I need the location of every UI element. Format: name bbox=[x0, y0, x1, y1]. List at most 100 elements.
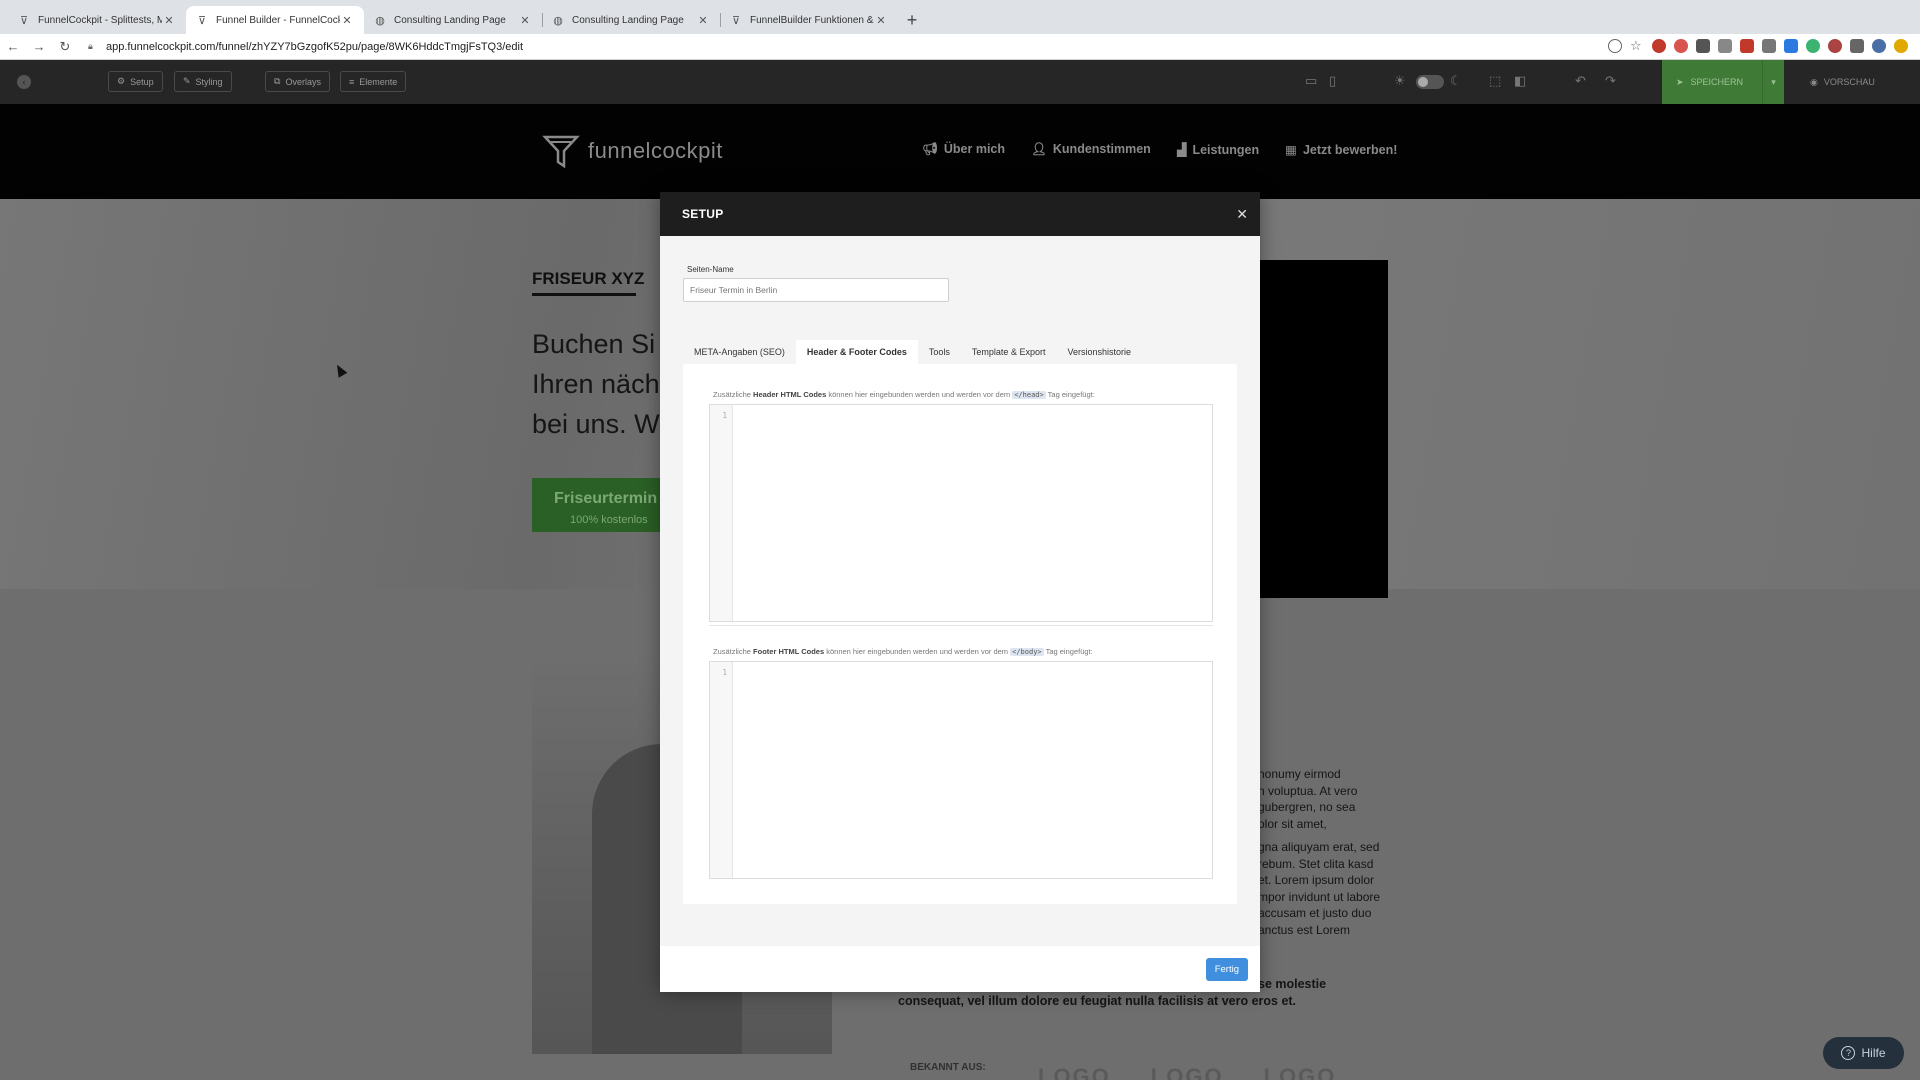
extension-icon[interactable] bbox=[1718, 39, 1732, 53]
redo-icon[interactable]: ↷ bbox=[1605, 73, 1616, 89]
preview-button[interactable]: ◉ VORSCHAU bbox=[1796, 60, 1890, 104]
builder-toolbar: ‹ ⚙ Setup ✎ Styling ⧉ Overlays ≡ Element… bbox=[0, 60, 1920, 104]
extension-icon[interactable] bbox=[1652, 39, 1666, 53]
mobile-view-icon[interactable]: ▯ bbox=[1329, 73, 1336, 89]
site-nav: 📢︎ Über mich 👤︎ Kundenstimmen ▟ Leistungen … bbox=[922, 142, 1397, 157]
url-field[interactable]: app.funnelcockpit.com/funnel/zhYZY7bGzgo… bbox=[106, 41, 523, 53]
header-codes-hint: Zusätzliche Header HTML Codes können hie… bbox=[713, 390, 1095, 399]
funnel-icon: ⊽ bbox=[731, 14, 741, 27]
moon-icon: ☾ bbox=[1450, 73, 1462, 88]
close-tab-icon[interactable]: ✕ bbox=[340, 14, 354, 27]
browser-tab[interactable]: ⊽ FunnelCockpit - Splittests, Ma ✕ bbox=[8, 6, 186, 34]
tab-meta-seo[interactable]: META-Angaben (SEO) bbox=[683, 340, 796, 364]
browser-tab[interactable]: ◍ Consulting Landing Page ✕ bbox=[542, 6, 720, 34]
user-icon: 👤︎ bbox=[1031, 142, 1047, 156]
setup-tabs: META-Angaben (SEO) Header & Footer Codes… bbox=[683, 340, 1142, 364]
tab-header-footer-codes[interactable]: Header & Footer Codes bbox=[795, 340, 918, 364]
footer-code-editor[interactable]: 1 bbox=[709, 661, 1213, 879]
browser-tab-active[interactable]: ⊽ Funnel Builder - FunnelCockpit ✕ bbox=[186, 6, 364, 34]
line-gutter: 1 bbox=[710, 662, 733, 878]
browser-tab[interactable]: ◍ Consulting Landing Page ✕ bbox=[364, 6, 542, 34]
extension-icon[interactable] bbox=[1784, 39, 1798, 53]
known-from-label: BEKANNT AUS: bbox=[910, 1062, 986, 1073]
back-arrow-icon[interactable]: ‹ bbox=[17, 75, 31, 89]
profile-avatar-icon[interactable] bbox=[1872, 39, 1886, 53]
placeholder-logo: LOGO bbox=[1038, 1064, 1111, 1080]
forward-icon[interactable]: → bbox=[26, 39, 52, 54]
select-area-icon[interactable]: ⬚ bbox=[1489, 73, 1501, 89]
page-name-input[interactable] bbox=[683, 278, 949, 302]
question-icon: ? bbox=[1841, 1046, 1856, 1060]
hero-video[interactable] bbox=[1240, 260, 1388, 598]
nav-item-testimonials[interactable]: 👤︎ Kundenstimmen bbox=[1031, 142, 1151, 157]
bookmark-star-icon[interactable]: ☆ bbox=[1630, 39, 1644, 53]
browser-tab-bar: ⊽ FunnelCockpit - Splittests, Ma ✕ ⊽ Fun… bbox=[0, 0, 1920, 34]
brush-icon: ✎ bbox=[183, 76, 191, 86]
line-gutter: 1 bbox=[710, 405, 733, 621]
extension-icon[interactable] bbox=[1696, 39, 1710, 53]
close-tab-icon[interactable]: ✕ bbox=[874, 14, 888, 27]
close-icon[interactable]: ✕ bbox=[1236, 206, 1248, 223]
sun-icon: ☀ bbox=[1394, 73, 1406, 88]
done-button[interactable]: Fertig bbox=[1205, 958, 1248, 981]
megaphone-icon: 📢︎ bbox=[922, 142, 938, 156]
nav-item-about[interactable]: 📢︎ Über mich bbox=[922, 142, 1005, 157]
save-options-dropdown[interactable]: ▾ bbox=[1762, 60, 1784, 104]
divider bbox=[709, 625, 1213, 626]
calendar-icon: ▦ bbox=[1285, 143, 1297, 157]
funnel-logo-icon bbox=[542, 135, 580, 169]
theme-toggle[interactable] bbox=[1416, 75, 1444, 89]
back-icon[interactable]: ← bbox=[0, 39, 26, 54]
hero-heading: Buchen Si Ihren näch bei uns. W bbox=[532, 329, 660, 439]
gear-icon: ⚙ bbox=[117, 76, 126, 86]
header-footer-panel: Zusätzliche Header HTML Codes können hie… bbox=[683, 364, 1237, 904]
help-button[interactable]: ? Hilfe bbox=[1823, 1037, 1904, 1069]
close-tab-icon[interactable]: ✕ bbox=[518, 14, 532, 27]
footer-codes-hint: Zusätzliche Footer HTML Codes können hie… bbox=[713, 647, 1093, 656]
setup-modal: SETUP ✕ Seiten-Name META-Angaben (SEO) H… bbox=[660, 192, 1260, 992]
tab-tools[interactable]: Tools bbox=[918, 340, 961, 364]
hero-cta-button[interactable]: Friseurtermin 100% kostenlos bbox=[532, 478, 662, 532]
overlay-icon: ⧉ bbox=[274, 76, 281, 86]
globe-icon: ◍ bbox=[553, 14, 563, 27]
styling-button[interactable]: ✎ Styling bbox=[174, 71, 232, 92]
body-text: nonumy eirmod n voluptua. At vero guberg… bbox=[1258, 767, 1381, 937]
extension-icon[interactable] bbox=[1674, 39, 1688, 53]
send-icon: ➤ bbox=[1676, 76, 1684, 87]
zoom-icon[interactable] bbox=[1608, 39, 1622, 53]
hero-title: FRISEUR XYZ bbox=[532, 269, 645, 288]
extension-icon[interactable] bbox=[1828, 39, 1842, 53]
nav-item-apply[interactable]: ▦ Jetzt bewerben! bbox=[1285, 142, 1397, 157]
lock-icon[interactable]: 🔒︎ bbox=[88, 41, 102, 52]
desktop-view-icon[interactable]: ▭ bbox=[1305, 73, 1317, 89]
menu-icon[interactable] bbox=[1894, 39, 1908, 53]
chart-icon: ▟ bbox=[1176, 143, 1187, 157]
header-code-editor[interactable]: 1 bbox=[709, 404, 1213, 622]
page-name-label: Seiten-Name bbox=[687, 265, 734, 274]
site-logo: funnelcockpit bbox=[542, 132, 723, 170]
address-bar: ← → ↻ 🔒︎ app.funnelcockpit.com/funnel/zh… bbox=[0, 34, 1920, 60]
extension-icon[interactable] bbox=[1740, 39, 1754, 53]
undo-icon[interactable]: ↶ bbox=[1575, 73, 1586, 89]
line-number: 1 bbox=[722, 411, 727, 420]
tab-version-history[interactable]: Versionshistorie bbox=[1056, 340, 1142, 364]
close-tab-icon[interactable]: ✕ bbox=[162, 14, 176, 27]
browser-tab[interactable]: ⊽ FunnelBuilder Funktionen & El ✕ bbox=[720, 6, 898, 34]
new-tab-button[interactable]: + bbox=[898, 6, 926, 34]
layers-icon[interactable]: ◧ bbox=[1514, 73, 1526, 89]
extensions-area: ☆ bbox=[1608, 39, 1908, 53]
close-tab-icon[interactable]: ✕ bbox=[696, 14, 710, 27]
funnel-icon: ⊽ bbox=[197, 14, 207, 27]
logo-strip: LOGO LOGO LOGO bbox=[1038, 1064, 1336, 1080]
elements-button[interactable]: ≡ Elemente bbox=[340, 71, 407, 92]
extension-icon[interactable] bbox=[1806, 39, 1820, 53]
extension-icon[interactable] bbox=[1850, 39, 1864, 53]
modal-body: Seiten-Name META-Angaben (SEO) Header & … bbox=[660, 236, 1260, 946]
extension-icon[interactable] bbox=[1762, 39, 1776, 53]
overlays-button[interactable]: ⧉ Overlays bbox=[265, 71, 330, 92]
modal-footer: Fertig bbox=[660, 946, 1260, 992]
setup-button[interactable]: ⚙ Setup bbox=[108, 71, 163, 92]
tab-template-export[interactable]: Template & Export bbox=[961, 340, 1057, 364]
nav-item-services[interactable]: ▟ Leistungen bbox=[1177, 142, 1259, 157]
reload-icon[interactable]: ↻ bbox=[52, 39, 78, 55]
